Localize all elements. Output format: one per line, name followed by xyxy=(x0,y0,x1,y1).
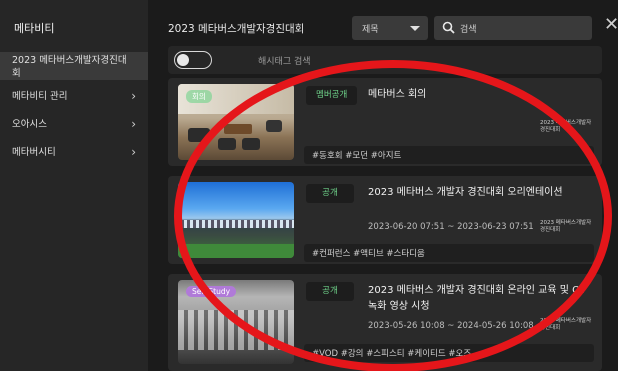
hashtag-toggle[interactable] xyxy=(174,51,212,69)
card-thumbnail: 회의 xyxy=(178,84,294,160)
hashtag-search-label: 해시태그 검색 xyxy=(258,57,311,67)
sidebar-item-oasis[interactable]: 오아시스 › xyxy=(0,116,148,132)
card-organizer: 2023 메타버스개발자경진대회 xyxy=(540,220,592,233)
visibility-badge: 공개 xyxy=(306,282,354,301)
page-title: 2023 메타버스개발자경진대회 xyxy=(168,23,305,35)
select-value: 제목 xyxy=(362,25,379,35)
card-tags: #VOD #강의 #스피스티 #케이티드 #오즈 xyxy=(304,344,594,362)
search-input[interactable]: 검색 xyxy=(434,16,592,40)
main-panel: 2023 메타버스개발자경진대회 제목 검색 ✕ 해시태그 검색 회의 멤버공개… xyxy=(148,0,618,371)
sidebar-item-contest[interactable]: 2023 메타버스개발자경진대회 xyxy=(0,52,148,80)
card-title: 2023 메타버스 개발자 경진대회 온라인 교육 및 OT 녹화 영상 시청 xyxy=(368,285,587,312)
list-item[interactable]: 회의 멤버공개 메타버스 회의 2023 메타버스개발자경진대회 #동호회 #모… xyxy=(168,78,602,166)
chevron-right-icon: › xyxy=(131,89,136,103)
chevron-right-icon: › xyxy=(131,145,136,159)
sidebar: 메타비티 2023 메타버스개발자경진대회 메타비티 관리 › 오아시스 › 메… xyxy=(0,0,148,371)
sidebar-item-manage[interactable]: 메타비티 관리 › xyxy=(0,88,148,104)
card-thumbnail xyxy=(178,182,294,258)
card-tags: #동호회 #모던 #아지트 xyxy=(304,146,594,164)
thumbnail-label: 회의 xyxy=(186,90,212,103)
sidebar-item-label: 메타비티 관리 xyxy=(12,91,68,102)
search-placeholder: 검색 xyxy=(460,25,477,35)
sidebar-item-label: 2023 메타버스개발자경진대회 xyxy=(12,55,127,79)
card-date: 2023-05-26 10:08 ~ 2024-05-26 10:08 xyxy=(368,321,534,331)
hashtag-search-bar[interactable]: 해시태그 검색 xyxy=(168,46,602,74)
toggle-knob xyxy=(177,53,189,66)
card-thumbnail: Self-Study xyxy=(178,280,294,364)
list-item[interactable]: Self-Study 공개 2023 메타버스 개발자 경진대회 온라인 교육 … xyxy=(168,274,602,371)
card-organizer: 2023 메타버스개발자경진대회 xyxy=(540,120,592,133)
visibility-badge: 멤버공개 xyxy=(306,86,358,105)
card-title: 메타버스 회의 xyxy=(368,89,427,100)
visibility-badge: 공개 xyxy=(306,184,354,203)
card-organizer: 2023 메타버스개발자경진대회 xyxy=(540,318,592,331)
list-item[interactable]: 공개 2023 메타버스 개발자 경진대회 오리엔테이션 2023-06-20 … xyxy=(168,176,602,264)
sidebar-title: 메타비티 xyxy=(14,22,55,35)
sidebar-item-label: 메타버시티 xyxy=(12,147,56,158)
sidebar-item-label: 오아시스 xyxy=(12,119,47,130)
close-icon[interactable]: ✕ xyxy=(604,16,618,36)
sidebar-item-metaversity[interactable]: 메타버시티 › xyxy=(0,144,148,160)
caret-down-icon xyxy=(410,26,420,31)
search-filter-select[interactable]: 제목 xyxy=(352,16,428,40)
chevron-right-icon: › xyxy=(131,117,136,131)
thumbnail-label: Self-Study xyxy=(186,286,237,297)
card-date: 2023-06-20 07:51 ~ 2023-06-23 07:51 xyxy=(368,222,534,232)
card-title: 2023 메타버스 개발자 경진대회 오리엔테이션 xyxy=(368,187,563,198)
search-icon xyxy=(442,21,455,34)
card-tags: #컨퍼런스 #액티브 #스타디움 xyxy=(304,244,594,262)
